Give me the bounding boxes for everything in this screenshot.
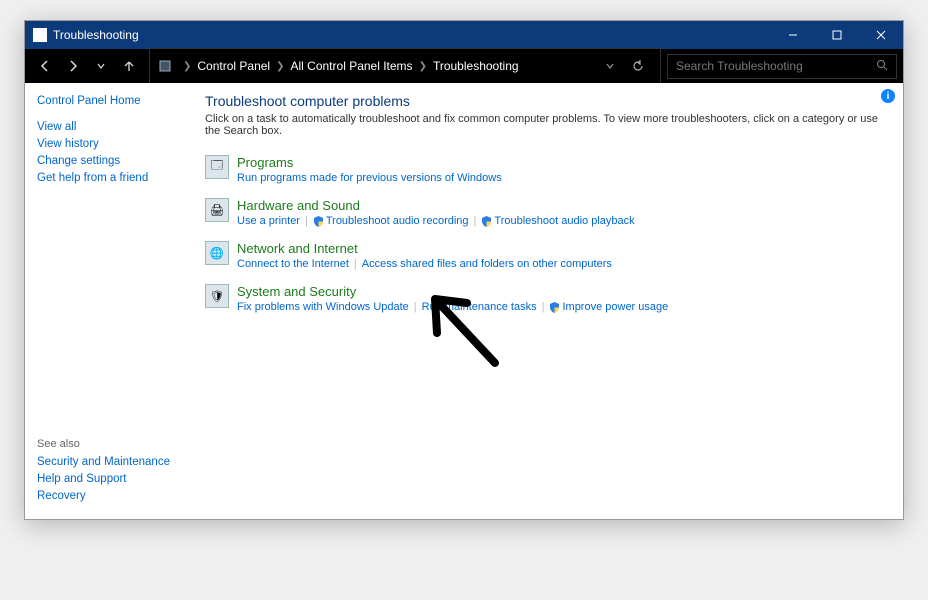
category-icon: 🗔 xyxy=(205,155,229,179)
category-icon: 🛡 xyxy=(205,284,229,308)
maximize-button[interactable] xyxy=(815,21,859,49)
up-button[interactable] xyxy=(115,52,143,80)
page-title: Troubleshoot computer problems xyxy=(205,93,883,109)
location-icon xyxy=(158,59,172,73)
link-divider: | xyxy=(305,215,308,227)
link-divider: | xyxy=(474,215,477,227)
close-button[interactable] xyxy=(859,21,903,49)
refresh-button[interactable] xyxy=(624,52,652,80)
minimize-button[interactable] xyxy=(771,21,815,49)
search-input[interactable] xyxy=(676,59,876,73)
main-panel: Troubleshoot computer problems Click on … xyxy=(185,83,903,519)
link-divider: | xyxy=(414,301,417,313)
shield-icon xyxy=(313,216,324,227)
task-link[interactable]: Use a printer xyxy=(237,215,300,227)
window: Troubleshooting ❯ Control Panel ❯ All Co… xyxy=(24,20,904,520)
page-description: Click on a task to automatically trouble… xyxy=(205,113,883,137)
recent-dropdown[interactable] xyxy=(87,52,115,80)
task-link[interactable]: Access shared files and folders on other… xyxy=(362,258,612,270)
window-title: Troubleshooting xyxy=(53,28,771,42)
sidebar-item-change-settings[interactable]: Change settings xyxy=(37,155,173,167)
content: i Control Panel Home View all View histo… xyxy=(25,83,903,519)
category-title[interactable]: Network and Internet xyxy=(237,241,358,256)
category: 🌐 Network and Internet Connect to the Inte… xyxy=(205,241,883,270)
sidebar-item-view-history[interactable]: View history xyxy=(37,138,173,150)
address-dropdown[interactable] xyxy=(596,52,624,80)
category: 🖨 Hardware and Sound Use a printer | Trouble… xyxy=(205,198,883,227)
category: 🗔 Programs Run programs made for previous … xyxy=(205,155,883,184)
crumb-1[interactable]: All Control Panel Items xyxy=(291,59,413,73)
forward-button[interactable] xyxy=(59,52,87,80)
task-link[interactable]: Run programs made for previous versions … xyxy=(237,172,502,184)
seealso-help[interactable]: Help and Support xyxy=(37,473,173,485)
back-button[interactable] xyxy=(31,52,59,80)
category-title[interactable]: System and Security xyxy=(237,284,356,299)
category-icon: 🌐 xyxy=(205,241,229,265)
search-icon[interactable] xyxy=(876,59,888,74)
titlebar: Troubleshooting xyxy=(25,21,903,49)
app-icon xyxy=(33,28,47,42)
task-link[interactable]: Troubleshoot audio playback xyxy=(494,215,634,227)
link-divider: | xyxy=(354,258,357,270)
address-bar[interactable]: ❯ Control Panel ❯ All Control Panel Item… xyxy=(149,48,661,84)
chevron-right-icon[interactable]: ❯ xyxy=(419,61,427,72)
link-divider: | xyxy=(542,301,545,313)
search-box[interactable] xyxy=(667,54,897,79)
task-link[interactable]: Run maintenance tasks xyxy=(422,301,537,313)
category-links: Fix problems with Windows Update | Run mai… xyxy=(237,301,883,313)
sidebar-item-get-help[interactable]: Get help from a friend xyxy=(37,172,173,184)
category-links: Connect to the Internet | Access shared fi… xyxy=(237,258,883,270)
category-title[interactable]: Hardware and Sound xyxy=(237,198,360,213)
task-link[interactable]: Troubleshoot audio recording xyxy=(326,215,469,227)
category-icon: 🖨 xyxy=(205,198,229,222)
crumb-2[interactable]: Troubleshooting xyxy=(433,59,519,73)
chevron-right-icon[interactable]: ❯ xyxy=(183,61,191,72)
see-also-label: See also xyxy=(37,438,173,450)
seealso-security[interactable]: Security and Maintenance xyxy=(37,456,173,468)
category: 🛡 System and Security Fix problems with Wi… xyxy=(205,284,883,313)
seealso-recovery[interactable]: Recovery xyxy=(37,490,173,502)
category-links: Use a printer | Troubleshoot audio recordi… xyxy=(237,215,883,227)
shield-icon xyxy=(549,302,560,313)
sidebar: Control Panel Home View all View history… xyxy=(25,83,185,519)
control-panel-home-link[interactable]: Control Panel Home xyxy=(37,95,173,107)
crumb-0[interactable]: Control Panel xyxy=(197,59,270,73)
chevron-right-icon[interactable]: ❯ xyxy=(276,61,284,72)
task-link[interactable]: Connect to the Internet xyxy=(237,258,349,270)
task-link[interactable]: Improve power usage xyxy=(562,301,668,313)
category-links: Run programs made for previous versions … xyxy=(237,172,883,184)
shield-icon xyxy=(481,216,492,227)
category-title[interactable]: Programs xyxy=(237,155,293,170)
task-link[interactable]: Fix problems with Windows Update xyxy=(237,301,409,313)
navbar: ❯ Control Panel ❯ All Control Panel Item… xyxy=(25,49,903,83)
sidebar-item-view-all[interactable]: View all xyxy=(37,121,173,133)
